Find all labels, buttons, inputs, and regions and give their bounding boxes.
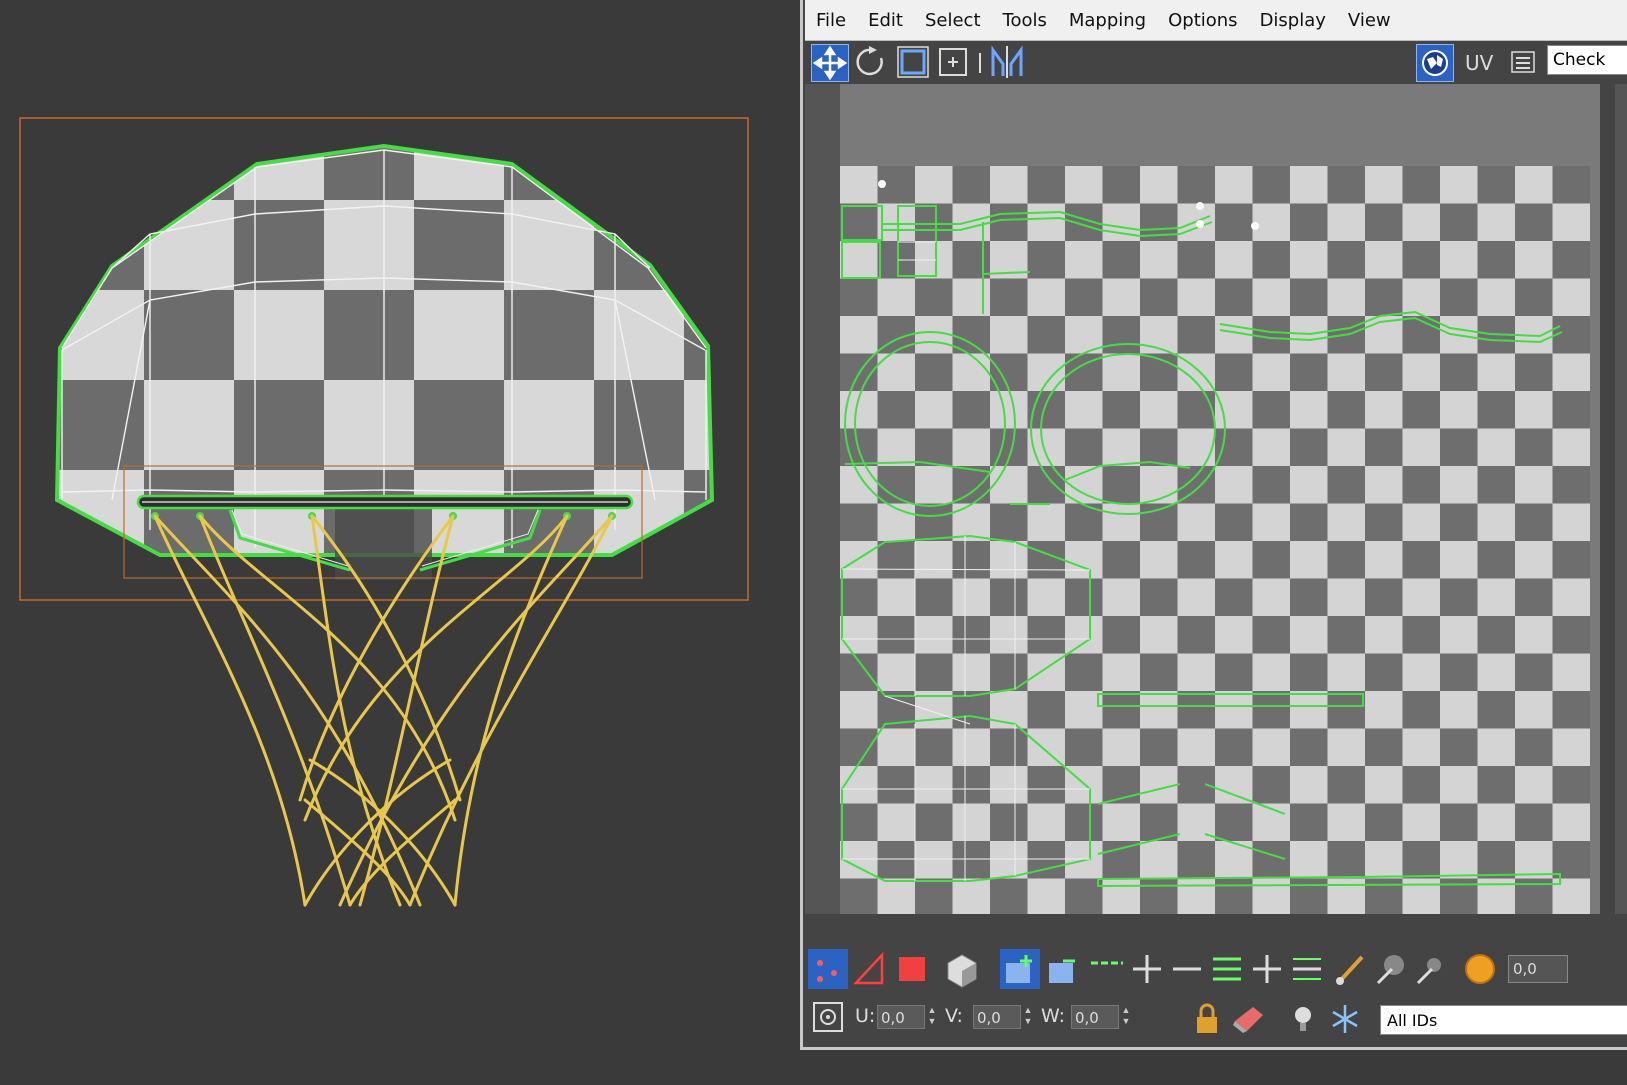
plus-icon <box>1253 955 1281 983</box>
brush-shrink-icon <box>1416 958 1441 985</box>
vertex-mode-button[interactable] <box>808 949 848 989</box>
lock-selection-button[interactable] <box>1187 999 1227 1039</box>
edge-icon <box>853 951 884 985</box>
element-icon <box>947 954 977 988</box>
3d-viewport[interactable] <box>0 0 800 1080</box>
minus-icon <box>1173 967 1201 971</box>
snowflake-icon <box>1332 1005 1358 1033</box>
toolbar-separator <box>979 53 981 73</box>
lock-icon <box>1197 1003 1217 1033</box>
edge-mode-button[interactable] <box>850 949 890 989</box>
top-toolbar: UV Check <box>805 41 1627 85</box>
move-icon <box>812 45 848 81</box>
menu-mapping[interactable]: Mapping <box>1058 10 1157 31</box>
soft-selection-button[interactable] <box>1460 949 1500 989</box>
uv-checker-texture <box>840 166 1590 914</box>
plus-icon <box>1133 955 1161 983</box>
lightbulb-icon <box>1295 1007 1311 1031</box>
mirror-icon <box>991 45 1023 78</box>
globe-icon <box>1422 50 1448 76</box>
scale-icon <box>897 46 929 78</box>
w-label: W: <box>1041 1005 1066 1027</box>
uv-space-label[interactable]: UV <box>1465 51 1493 75</box>
brush-grow-icon <box>1376 955 1404 985</box>
ring-icon <box>1213 957 1241 981</box>
viewport-canvas <box>19 117 749 907</box>
menu-select[interactable]: Select <box>914 10 992 31</box>
checker-display-button[interactable] <box>1416 44 1454 82</box>
brush-icon <box>1336 955 1364 985</box>
eraser-icon <box>1233 1007 1263 1033</box>
loop-grow-button[interactable] <box>1127 949 1167 989</box>
paint-select-button[interactable] <box>1330 949 1370 989</box>
ring-select-button[interactable] <box>1207 949 1247 989</box>
mirror-tool-button[interactable] <box>989 44 1027 82</box>
v-label: V: <box>945 1005 963 1027</box>
menu-view[interactable]: View <box>1337 10 1402 31</box>
uv-editor-canvas[interactable] <box>840 84 1600 914</box>
paint-shrink-button[interactable] <box>1410 949 1450 989</box>
menu-display[interactable]: Display <box>1249 10 1337 31</box>
freeform-tool-button[interactable] <box>935 44 973 82</box>
freeze-button[interactable] <box>1325 999 1365 1039</box>
minus-icon <box>1293 958 1321 980</box>
loop-icon <box>1091 961 1123 965</box>
menu-tools[interactable]: Tools <box>992 10 1058 31</box>
menu-options[interactable]: Options <box>1157 10 1248 31</box>
face-icon <box>899 957 925 981</box>
u-spinner[interactable]: ▲ ▼ <box>927 1005 937 1029</box>
hide-button[interactable] <box>1229 999 1269 1039</box>
paint-grow-button[interactable] <box>1370 949 1410 989</box>
soft-selection-value[interactable]: 0,0 <box>1508 955 1568 983</box>
soft-selection-icon <box>1465 954 1495 984</box>
u-label: U: <box>855 1005 876 1027</box>
material-ids-select[interactable]: All IDs <box>1380 1005 1627 1035</box>
menu-edit[interactable]: Edit <box>857 10 914 31</box>
ring-grow-button[interactable] <box>1247 949 1287 989</box>
grow-icon <box>1006 955 1032 983</box>
v-spinner[interactable]: ▲ ▼ <box>1023 1005 1033 1029</box>
vertex-icon <box>817 960 837 982</box>
scale-tool-button[interactable] <box>895 44 933 82</box>
menubar: File Edit Select Tools Mapping Options D… <box>805 0 1627 41</box>
left-panel-strip <box>805 84 840 914</box>
uvw-editor-window[interactable]: File Edit Select Tools Mapping Options D… <box>800 0 1627 1050</box>
rotate-tool-button[interactable] <box>853 44 891 82</box>
w-input[interactable]: 0,0 <box>1071 1005 1119 1029</box>
move-tool-button[interactable] <box>811 44 849 82</box>
loop-select-button[interactable] <box>1087 949 1127 989</box>
face-mode-button[interactable] <box>892 949 932 989</box>
shrink-selection-button[interactable] <box>1043 949 1083 989</box>
bottom-toolbar: 0,0 U: 0,0 ▲ ▼ V: 0,0 ▲ ▼ W: 0,0 ▲ ▼ All… <box>805 945 1627 1045</box>
v-input[interactable]: 0,0 <box>973 1005 1021 1029</box>
list-icon <box>1511 51 1535 73</box>
checker-pattern-dropdown[interactable]: Check <box>1547 45 1627 75</box>
loop-shrink-button[interactable] <box>1167 949 1207 989</box>
right-scrollbar[interactable] <box>1615 84 1627 914</box>
rotate-icon <box>856 46 883 76</box>
w-spinner[interactable]: ▲ ▼ <box>1121 1005 1131 1029</box>
show-button[interactable] <box>1283 999 1323 1039</box>
u-input[interactable]: 0,0 <box>877 1005 925 1029</box>
grow-selection-button[interactable] <box>1000 949 1040 989</box>
freeform-icon <box>939 48 967 76</box>
properties-button[interactable] <box>1505 44 1543 82</box>
element-mode-button[interactable] <box>942 949 982 989</box>
menu-file[interactable]: File <box>805 10 857 31</box>
ring-shrink-button[interactable] <box>1287 949 1327 989</box>
absolute-offset-button[interactable] <box>808 997 848 1037</box>
target-icon <box>813 1002 843 1032</box>
uv-canvas <box>840 166 1590 914</box>
shrink-icon <box>1049 959 1075 983</box>
